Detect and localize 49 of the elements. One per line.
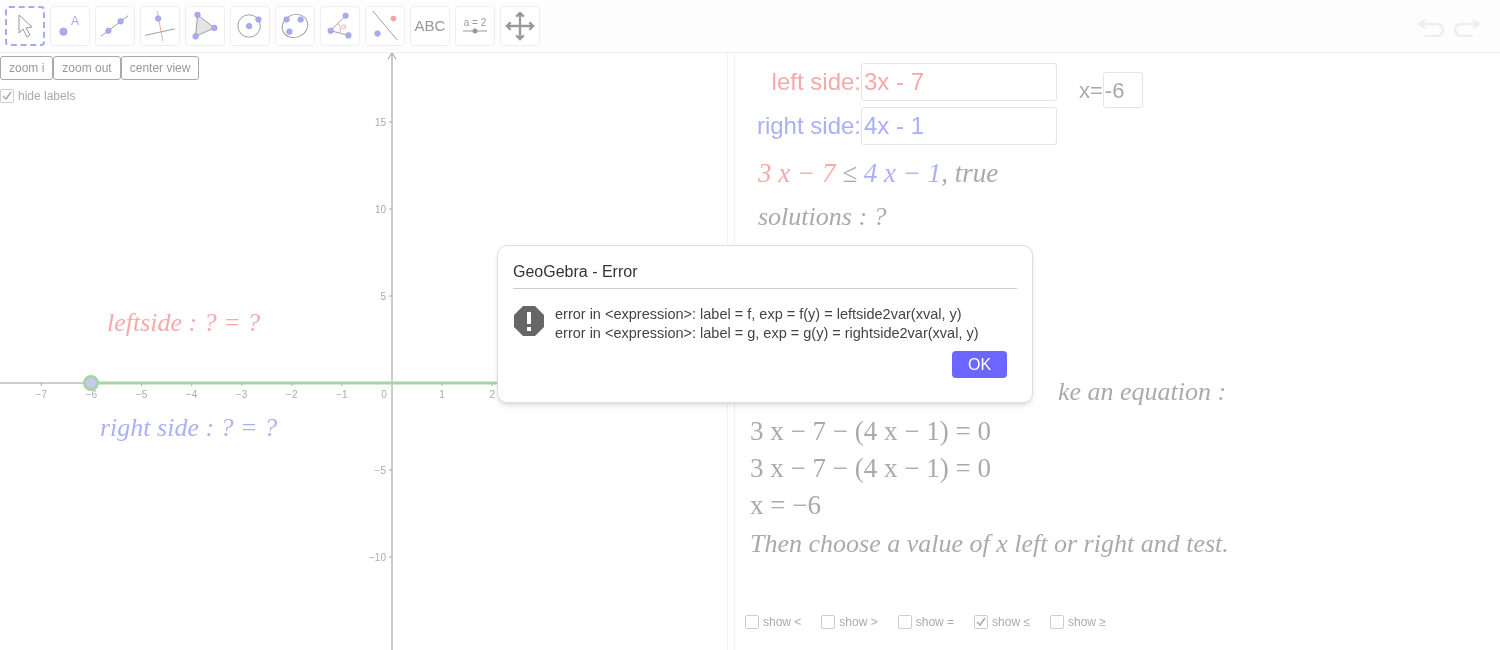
right-side-label: right side : ? = ? [100, 412, 278, 444]
x-value-input[interactable]: -6 [1102, 72, 1143, 108]
move-view-tool-icon [505, 11, 535, 41]
equation-step: x = −6 [750, 487, 1500, 522]
hide-labels-checkbox[interactable]: hide labels [0, 87, 200, 105]
show-option-checkbox[interactable]: show < [745, 612, 802, 631]
checkbox[interactable] [1050, 614, 1064, 629]
error-icon [513, 305, 545, 337]
side-label: right side: [755, 111, 861, 141]
instruction-text: Then choose a value of x left or right and test. [750, 527, 1230, 560]
checkbox[interactable] [897, 614, 912, 629]
tool-button[interactable] [5, 6, 45, 46]
show-option-checkbox[interactable]: show ≥ [1050, 612, 1106, 631]
show-option-checkbox[interactable]: show = [897, 612, 955, 631]
checkbox[interactable] [745, 614, 759, 629]
error-message: error in <expression>: label = f, exp = f(y) = leftside2var(xval, y) [555, 305, 963, 324]
error-message: error in <expression>: label = g, exp = g(y) = rightside2var(xval, y) [555, 324, 979, 343]
left-side-label: leftside : ? = ? [107, 307, 261, 339]
tool-button[interactable]: ABC [410, 6, 450, 46]
expression-input[interactable]: 4x - 1 [861, 107, 1057, 145]
checkbox[interactable] [821, 614, 836, 629]
x-label: x= [1079, 76, 1103, 105]
view-button[interactable]: zoom i [0, 56, 54, 80]
circle-tool-icon [235, 11, 265, 41]
instruction-text: ke an equation : [1058, 375, 1228, 408]
expression-input[interactable]: 3x - 7 [861, 63, 1057, 101]
perpendicular-tool-icon [145, 11, 175, 41]
checkbox[interactable] [974, 614, 989, 629]
slider-line-icon [462, 28, 488, 34]
ok-button[interactable]: OK [952, 351, 1007, 378]
checkmark-icon [975, 615, 988, 628]
checkbox[interactable] [0, 89, 14, 103]
equation-step: 3 x − 7 − (4 x − 1) = 0 [750, 450, 1500, 485]
tool-button[interactable]: a = 2 [455, 6, 495, 46]
cursor-arrow-icon [17, 14, 33, 38]
polygon-tool-icon [190, 11, 220, 41]
dialog-title: GeoGebra - Error [513, 260, 1017, 289]
side-label: left side: [770, 67, 861, 97]
show-option-checkbox[interactable]: show ≤ [974, 612, 1030, 631]
angle-tool-icon [325, 11, 355, 41]
show-option-checkbox[interactable]: show > [821, 612, 878, 631]
equation-step: 3 x − 7 − (4 x − 1) = 0 [750, 413, 1500, 448]
view-button[interactable]: zoom out [53, 56, 121, 80]
view-button[interactable]: center view [120, 56, 200, 80]
conic-tool-icon [280, 11, 310, 41]
checkmark-icon [1, 90, 13, 102]
inequality-text: 3 x − 7 ≤ 4 x − 1, true [758, 157, 1000, 190]
solutions-text: solutions : ? [758, 200, 888, 233]
reflect-tool-icon [370, 11, 400, 41]
